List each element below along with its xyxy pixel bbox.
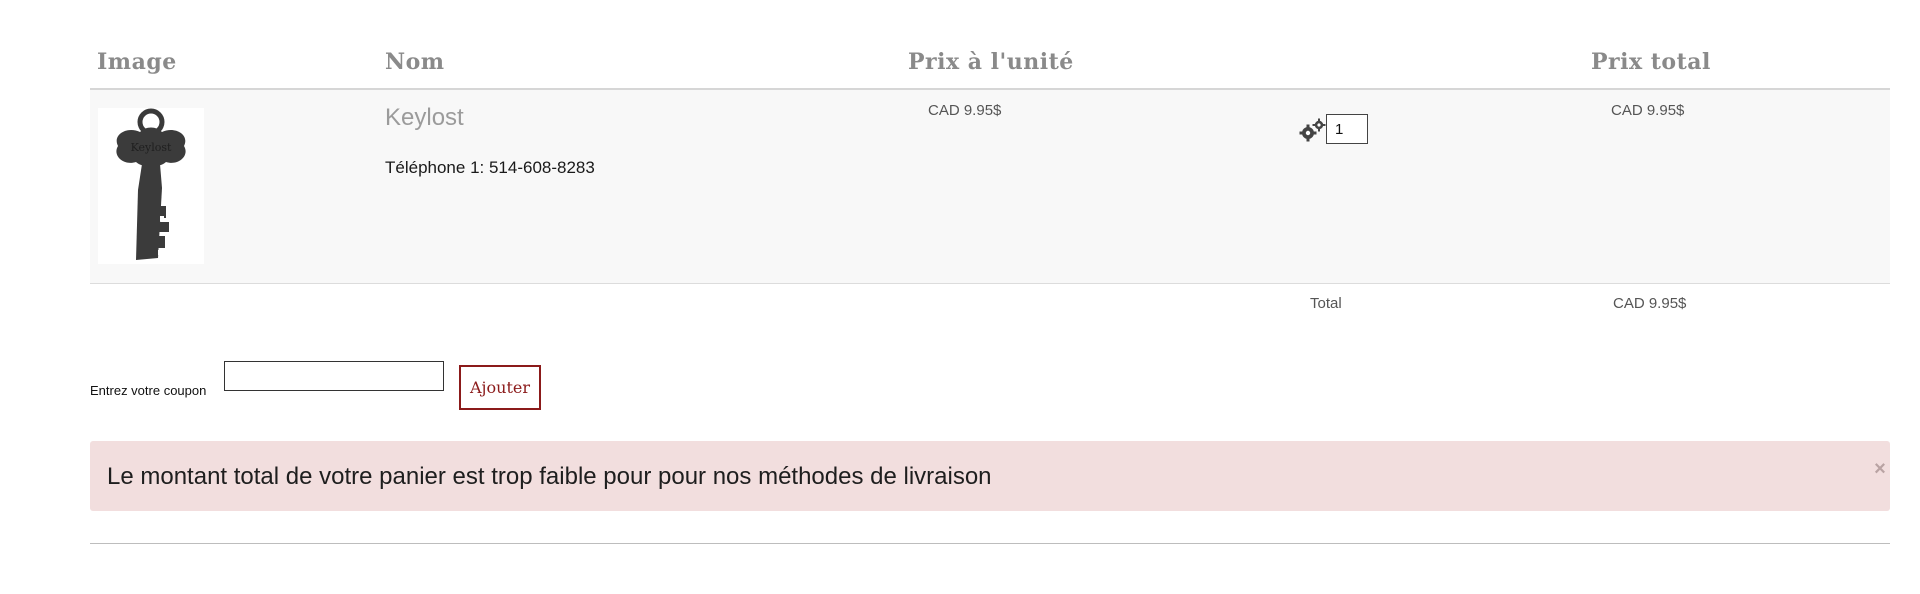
key-engraving: Keylost: [131, 141, 172, 154]
quantity-input[interactable]: [1326, 114, 1368, 144]
cart-table-header: Image Nom Prix à l'unité Prix total: [90, 40, 1890, 90]
header-total-price: Prix total: [1591, 49, 1711, 75]
unit-price: CAD 9.95$: [928, 102, 1002, 119]
product-thumbnail[interactable]: Keylost: [98, 108, 204, 264]
shipping-alert: Le montant total de votre panier est tro…: [90, 441, 1890, 511]
coupon-input[interactable]: [224, 361, 444, 391]
quantity-control: [1299, 114, 1379, 146]
divider: [90, 543, 1890, 544]
key-image: Keylost: [116, 108, 186, 260]
product-phone: Téléphone 1: 514-608-8283: [385, 158, 595, 177]
product-name[interactable]: Keylost: [385, 104, 464, 132]
coupon-label: Entrez votre coupon: [90, 383, 207, 398]
cart-total-label: Total: [1310, 295, 1342, 312]
header-unit-price: Prix à l'unité: [908, 49, 1074, 75]
cart-total-value: CAD 9.95$: [1613, 295, 1687, 312]
add-coupon-button[interactable]: Ajouter: [459, 365, 541, 410]
alert-message: Le montant total de votre panier est tro…: [107, 463, 992, 490]
header-image: Image: [97, 49, 177, 75]
header-name: Nom: [385, 49, 445, 75]
cart-item-row: Keylost Keylost Téléphone 1: 514-608-828…: [90, 90, 1890, 284]
gears-icon[interactable]: [1299, 118, 1327, 142]
cart-page: Image Nom Prix à l'unité Prix total Keyl…: [0, 0, 1920, 594]
row-total-price: CAD 9.95$: [1611, 102, 1685, 119]
close-icon[interactable]: ×: [1870, 457, 1890, 481]
